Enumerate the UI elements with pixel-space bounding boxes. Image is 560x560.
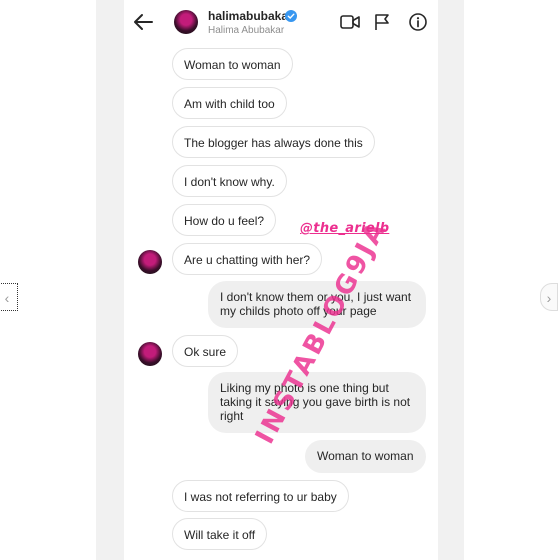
message-received[interactable]: Will take it off (172, 518, 268, 550)
message-received[interactable]: The blogger has always done this (172, 126, 375, 158)
next-arrow-icon[interactable]: › (540, 283, 558, 311)
dm-screen: halimabubakar Halima Abubakar Woman to w… (124, 0, 438, 560)
message-sent[interactable]: I don't know them or you, I just want my… (208, 281, 426, 328)
right-margin (438, 0, 464, 560)
avatar[interactable] (174, 10, 198, 34)
message-received[interactable]: Are u chatting with her? (172, 243, 323, 275)
avatar[interactable] (138, 342, 162, 366)
username[interactable]: halimabubakar (208, 9, 293, 23)
back-arrow-icon[interactable] (132, 12, 154, 32)
message-sent[interactable]: Liking my photo is one thing but taking … (208, 372, 426, 433)
chat-header: halimabubakar Halima Abubakar (124, 0, 438, 44)
message-received[interactable]: Ok sure (172, 335, 239, 367)
message-received[interactable]: Am with child too (172, 87, 287, 119)
previous-arrow-icon[interactable]: ‹ (0, 283, 18, 311)
avatar[interactable] (138, 250, 162, 274)
left-margin (96, 0, 124, 560)
image-frame: ‹ › halimabubakar Halima Abubakar Woman … (0, 0, 560, 560)
flag-icon[interactable] (374, 13, 390, 31)
verified-icon (285, 10, 297, 22)
message-received[interactable]: I don't know why. (172, 165, 287, 197)
message-received[interactable]: I was not referring to ur baby (172, 480, 349, 512)
message-received[interactable]: Woman to woman (172, 48, 293, 80)
message-sent[interactable]: Woman to woman (305, 440, 426, 473)
message-received[interactable]: How do u feel? (172, 204, 277, 236)
video-call-icon[interactable] (340, 14, 360, 30)
full-name: Halima Abubakar (208, 25, 285, 36)
info-icon[interactable] (409, 13, 427, 31)
